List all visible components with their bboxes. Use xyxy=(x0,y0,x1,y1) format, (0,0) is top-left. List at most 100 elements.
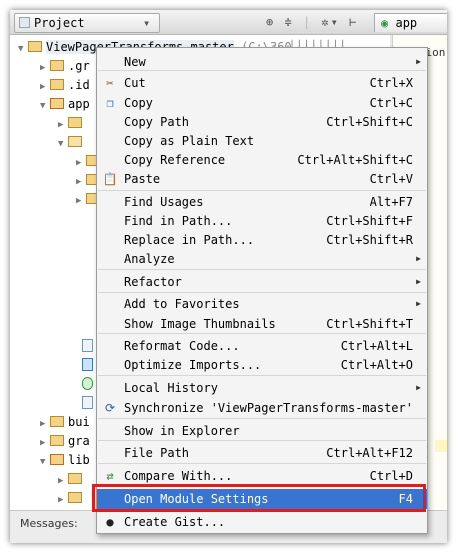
android-module-icon: ◉ xyxy=(381,16,389,30)
menu-item-find-usages[interactable]: Find Usages Alt+F7 xyxy=(97,192,427,212)
submenu-arrow-icon: ▶ xyxy=(416,57,421,66)
menu-separator xyxy=(98,292,426,293)
menu-item-file-path[interactable]: File Path Ctrl+Alt+F12 xyxy=(97,443,427,463)
menu-item-cut[interactable]: ✂ Cut Ctrl+X xyxy=(97,73,427,93)
project-tab[interactable]: Project ▾ xyxy=(14,13,160,33)
collapsed-arrow-icon[interactable]: ▶ xyxy=(40,434,50,452)
menu-item-shortcut: Alt+F7 xyxy=(369,195,413,209)
menu-item-label: Paste xyxy=(124,172,161,186)
menu-item-label: Copy Path xyxy=(124,115,190,129)
sync-icon: ⟳ xyxy=(104,401,116,415)
tree-item[interactable]: ▶ .id xyxy=(40,76,90,94)
expand-arrow-icon[interactable]: ▼ xyxy=(40,453,50,471)
tool-window-header: Project ▾ ⊕ ≑ | ✲▾ ⊢ ◉ app xyxy=(10,10,447,35)
menu-separator xyxy=(98,418,426,419)
target-icon[interactable]: ⊕ xyxy=(266,15,275,29)
tool-icons: ⊕ ≑ | ✲▾ ⊢ xyxy=(266,13,358,31)
menu-item-create-gist[interactable]: ● Create Gist... xyxy=(97,512,427,532)
menu-item-replace-in-path[interactable]: Replace in Path... Ctrl+Shift+R xyxy=(97,230,427,250)
menu-item-find-in-path[interactable]: Find in Path... Ctrl+Shift+F xyxy=(97,211,427,231)
folder-icon xyxy=(50,79,64,90)
menu-separator xyxy=(98,375,426,376)
collapsed-arrow-icon[interactable]: ▶ xyxy=(76,192,86,210)
menu-item-shortcut: Ctrl+Alt+Shift+C xyxy=(297,153,413,167)
menu-item-copy-reference[interactable]: Copy Reference Ctrl+Alt+Shift+C xyxy=(97,150,427,170)
collapsed-arrow-icon[interactable]: ▶ xyxy=(58,491,68,509)
copy-icon: ❐ xyxy=(106,96,114,110)
menu-item-show-in-explorer[interactable]: Show in Explorer xyxy=(97,421,427,441)
menu-item-shortcut: Ctrl+X xyxy=(369,76,413,90)
module-folder-icon xyxy=(50,454,64,465)
collapsed-arrow-icon[interactable]: ▶ xyxy=(40,59,50,77)
collapse-icon[interactable]: ≑ xyxy=(284,15,293,29)
collapsed-arrow-icon[interactable]: ▶ xyxy=(40,415,50,433)
menu-item-label: Show Image Thumbnails xyxy=(124,317,276,331)
collapsed-arrow-icon[interactable]: ▶ xyxy=(40,78,50,96)
menu-item-add-to-favorites[interactable]: Add to Favorites ▶ xyxy=(97,294,427,314)
menu-item-label: Local History xyxy=(124,381,218,395)
menu-item-compare-with[interactable]: ⇄ Compare With... Ctrl+D xyxy=(97,466,427,486)
module-folder-icon xyxy=(50,98,64,109)
messages-label: Messages: xyxy=(20,517,78,530)
tree-item[interactable]: ▶ xyxy=(58,489,86,507)
menu-item-label: New xyxy=(124,55,146,69)
menu-item-analyze[interactable]: Analyze ▶ xyxy=(97,249,427,269)
tree-item[interactable]: ▶ bui xyxy=(40,413,90,431)
tree-file[interactable] xyxy=(80,394,97,412)
expand-arrow-icon[interactable]: ▼ xyxy=(18,40,28,58)
java-file-icon xyxy=(82,358,93,371)
tree-item[interactable]: ▶ .gr xyxy=(40,57,90,75)
menu-item-shortcut: Ctrl+Shift+F xyxy=(326,214,413,228)
menu-item-label: Copy xyxy=(124,96,153,110)
tree-item[interactable]: ▶ xyxy=(58,114,86,132)
menu-item-new[interactable]: New ▶ xyxy=(97,52,427,72)
menu-item-shortcut: Ctrl+C xyxy=(369,96,413,110)
menu-item-show-image-thumbnails[interactable]: Show Image Thumbnails Ctrl+Shift+T xyxy=(97,314,427,334)
menu-item-label: File Path xyxy=(124,446,190,460)
menu-separator xyxy=(98,190,426,191)
compare-icon: ⇄ xyxy=(106,469,114,483)
chevron-down-icon[interactable]: ▾ xyxy=(143,14,150,32)
tree-item[interactable]: ▶ xyxy=(58,470,86,488)
expand-arrow-icon[interactable]: ▼ xyxy=(58,135,68,153)
menu-item-copy-as-plain-text[interactable]: Copy as Plain Text xyxy=(97,131,427,151)
tree-item-label: gra xyxy=(68,434,90,448)
separator: | xyxy=(302,15,313,29)
collapsed-arrow-icon[interactable]: ▶ xyxy=(76,173,86,191)
tree-file[interactable] xyxy=(80,356,97,374)
gear-icon[interactable]: ✲▾ xyxy=(321,15,339,29)
menu-item-label: Cut xyxy=(124,76,146,90)
tree-item[interactable]: ▼ xyxy=(58,133,86,151)
menu-item-refactor[interactable]: Refactor ▶ xyxy=(97,272,427,292)
editor-tab-app[interactable]: ◉ app xyxy=(374,13,447,32)
collapsed-arrow-icon[interactable]: ▶ xyxy=(58,472,68,490)
menu-item-copy[interactable]: ❐ Copy Ctrl+C xyxy=(97,93,427,113)
tree-item[interactable]: ▶ gra xyxy=(40,432,90,450)
menu-item-label: Find Usages xyxy=(124,195,204,209)
menu-item-synchronize-viewpagertransforms-master[interactable]: ⟳ Synchronize 'ViewPagerTransforms-master… xyxy=(97,398,427,418)
project-tab-label: Project xyxy=(34,16,85,30)
tree-file[interactable] xyxy=(80,337,97,355)
pin-icon[interactable]: ⊢ xyxy=(349,15,358,29)
menu-item-local-history[interactable]: Local History ▶ xyxy=(97,378,427,398)
menu-item-label: Copy as Plain Text xyxy=(124,134,255,148)
menu-item-shortcut: Ctrl+Shift+C xyxy=(326,115,413,129)
folder-icon xyxy=(28,41,42,52)
expand-arrow-icon[interactable]: ▼ xyxy=(40,97,50,115)
tree-item[interactable]: ▼ app xyxy=(40,95,90,113)
menu-item-paste[interactable]: 📋 Paste Ctrl+V xyxy=(97,169,427,189)
menu-item-label: Copy Reference xyxy=(124,153,226,167)
menu-item-label: Show in Explorer xyxy=(124,424,240,438)
menu-item-label: Find in Path... xyxy=(124,214,233,228)
menu-item-reformat-code[interactable]: Reformat Code... Ctrl+Alt+L xyxy=(97,336,427,356)
menu-item-shortcut: Ctrl+Alt+O xyxy=(340,358,413,372)
menu-item-copy-path[interactable]: Copy Path Ctrl+Shift+C xyxy=(97,112,427,132)
menu-item-label: Create Gist... xyxy=(124,515,226,529)
menu-item-optimize-imports[interactable]: Optimize Imports... Ctrl+Alt+O xyxy=(97,355,427,375)
collapsed-arrow-icon[interactable]: ▶ xyxy=(76,154,86,172)
highlight-box xyxy=(92,484,426,512)
context-menu: New ▶ ✂ Cut Ctrl+X ❐ Copy Ctrl+C Copy Path Ctrl+S… xyxy=(96,47,428,534)
collapsed-arrow-icon[interactable]: ▶ xyxy=(58,116,68,134)
tree-file[interactable] xyxy=(80,375,97,393)
tree-item[interactable]: ▼ lib xyxy=(40,451,90,469)
